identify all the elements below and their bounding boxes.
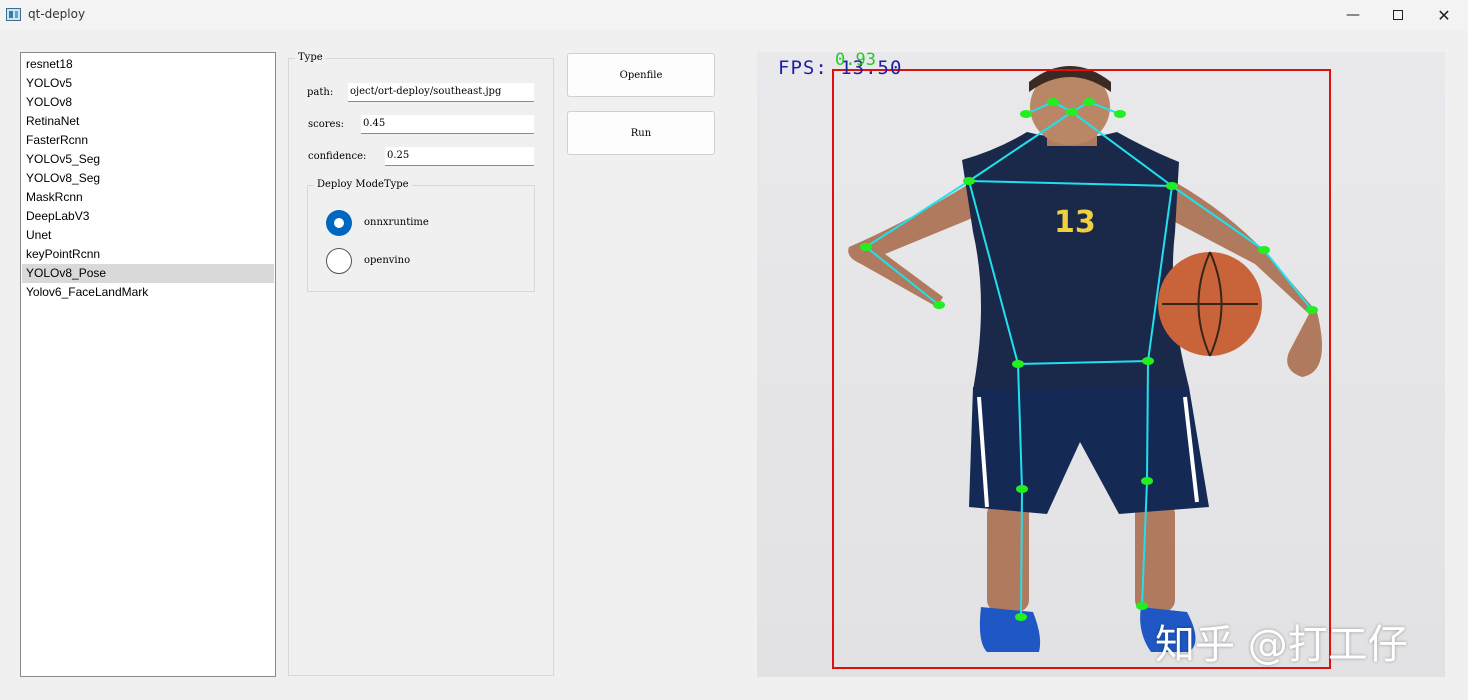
window-title: qt-deploy: [28, 7, 86, 21]
list-item[interactable]: Yolov6_FaceLandMark: [22, 283, 274, 302]
deploy-mode-title: Deploy ModeType: [314, 179, 412, 190]
list-item[interactable]: Unet: [22, 226, 274, 245]
openvino-label: openvino: [364, 255, 411, 266]
list-item[interactable]: YOLOv5: [22, 74, 274, 93]
pose-result-image: 13: [757, 52, 1445, 677]
list-item[interactable]: YOLOv8: [22, 93, 274, 112]
list-item-selected[interactable]: YOLOv8_Pose: [22, 264, 274, 283]
confidence-label: confidence:: [308, 151, 367, 162]
maximize-button[interactable]: [1375, 0, 1421, 30]
path-label: path:: [307, 87, 334, 98]
minimize-icon: —: [1346, 7, 1360, 23]
list-item[interactable]: YOLOv8_Seg: [22, 169, 274, 188]
list-item[interactable]: keyPointRcnn: [22, 245, 274, 264]
title-bar: qt-deploy — ✕: [0, 0, 1468, 30]
model-list[interactable]: resnet18 YOLOv5 YOLOv8 RetinaNet FasterR…: [20, 52, 276, 677]
watermark: 知乎 @打工仔: [1155, 622, 1408, 668]
result-image-view: 13 FPS: 13.50 0.93 知乎 @打工仔: [757, 52, 1445, 677]
deploy-mode-group: [307, 185, 535, 292]
list-item[interactable]: YOLOv5_Seg: [22, 150, 274, 169]
detection-score: 0.93: [835, 52, 876, 70]
openvino-radio[interactable]: [326, 248, 352, 274]
openfile-button[interactable]: Openfile: [567, 53, 715, 97]
list-item[interactable]: DeepLabV3: [22, 207, 274, 226]
close-button[interactable]: ✕: [1421, 0, 1467, 30]
app-icon: [6, 8, 21, 21]
scores-field[interactable]: 0.45: [361, 115, 534, 134]
close-icon: ✕: [1437, 5, 1451, 25]
maximize-icon: [1393, 10, 1403, 20]
onnxruntime-radio[interactable]: [326, 210, 352, 236]
onnxruntime-label: onnxruntime: [364, 217, 429, 228]
scores-label: scores:: [308, 119, 344, 130]
list-item[interactable]: resnet18: [22, 55, 274, 74]
list-item[interactable]: RetinaNet: [22, 112, 274, 131]
jersey-number: 13: [1054, 205, 1096, 240]
run-button[interactable]: Run: [567, 111, 715, 155]
path-field[interactable]: oject/ort-deploy/southeast.jpg: [348, 83, 534, 102]
confidence-field[interactable]: 0.25: [385, 147, 534, 166]
list-item[interactable]: FasterRcnn: [22, 131, 274, 150]
list-item[interactable]: MaskRcnn: [22, 188, 274, 207]
type-group-title: Type: [295, 52, 326, 63]
minimize-button[interactable]: —: [1330, 0, 1376, 30]
